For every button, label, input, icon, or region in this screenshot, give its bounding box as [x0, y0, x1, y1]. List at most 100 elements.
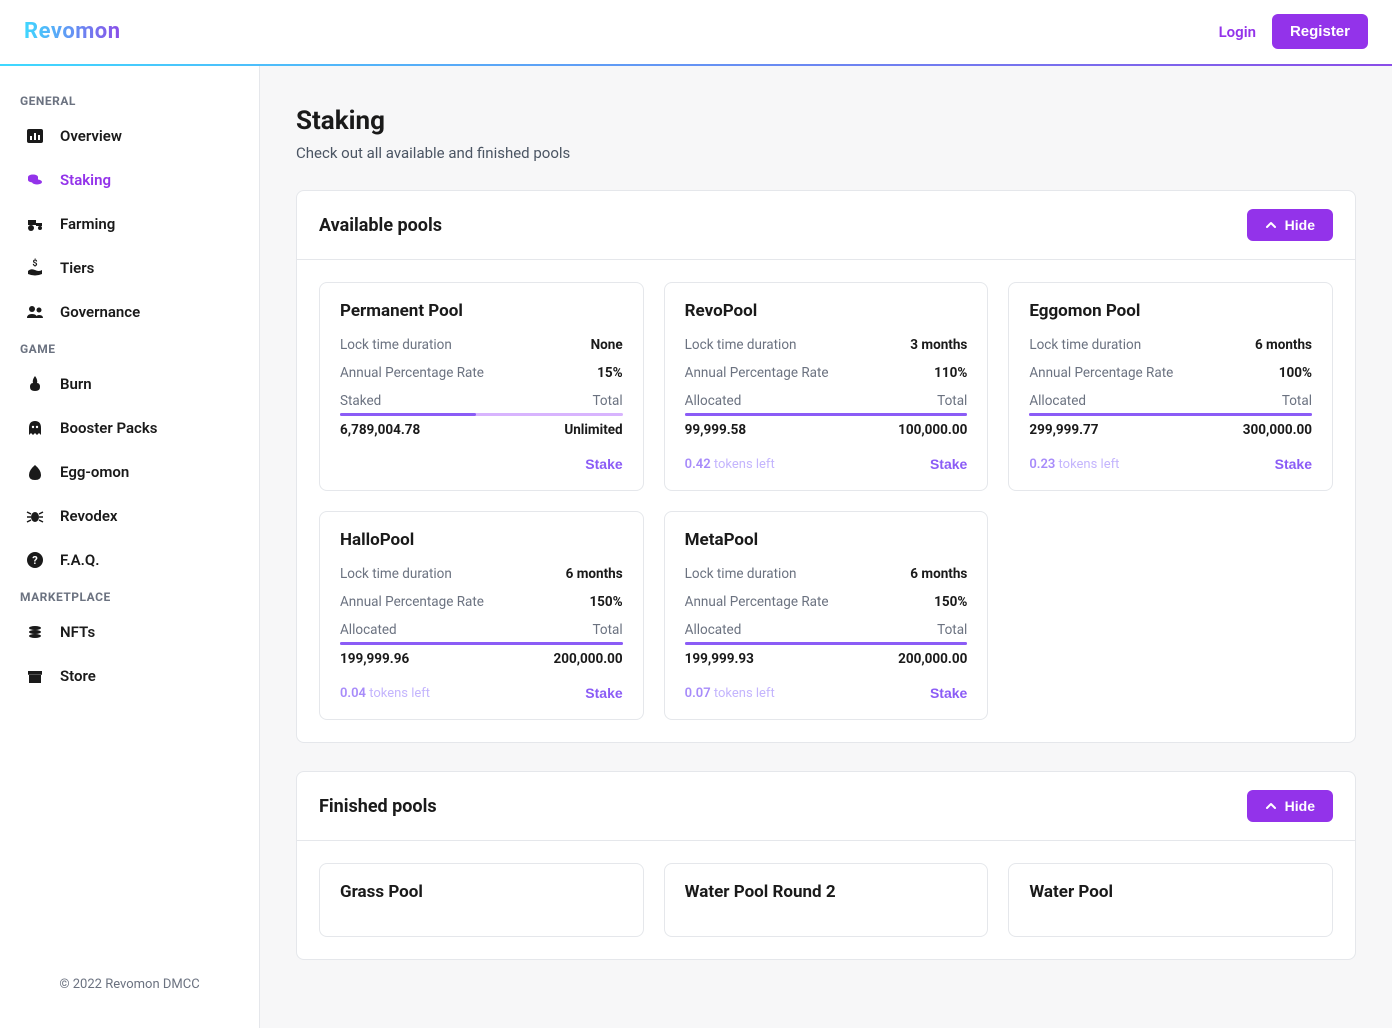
total-value: Unlimited	[564, 422, 622, 438]
coins-icon	[24, 169, 46, 191]
total-label: Total	[593, 393, 623, 409]
sidebar-section-header: GENERAL	[10, 86, 249, 114]
sidebar-item-label: NFTs	[60, 623, 95, 641]
hide-label: Hide	[1285, 217, 1315, 233]
available-panel-header: Available pools Hide	[297, 191, 1355, 260]
sidebar-item-f-a-q-[interactable]: ?F.A.Q.	[10, 538, 249, 582]
progress-fill	[1029, 413, 1312, 416]
app-logo[interactable]: Revomon	[24, 19, 121, 44]
progress-track	[340, 642, 623, 645]
chart-icon	[24, 125, 46, 147]
pool-card: Water Pool Round 2	[664, 863, 989, 937]
bug-icon	[24, 505, 46, 527]
apr-value: 110%	[934, 365, 967, 381]
sidebar-item-governance[interactable]: Governance	[10, 290, 249, 334]
apr-label: Annual Percentage Rate	[340, 594, 484, 610]
available-panel-title: Available pools	[319, 215, 442, 236]
store-icon	[24, 665, 46, 687]
top-header: Revomon Login Register	[0, 0, 1392, 64]
svg-text:?: ?	[32, 554, 38, 567]
allocated-value: 6,789,004.78	[340, 422, 420, 438]
lock-time-value: None	[591, 337, 623, 353]
login-link[interactable]: Login	[1219, 23, 1256, 41]
page-title: Staking	[296, 106, 1356, 136]
sidebar-section-header: GAME	[10, 334, 249, 362]
sidebar-item-label: Staking	[60, 171, 111, 189]
hide-available-button[interactable]: Hide	[1247, 209, 1333, 241]
sidebar-item-label: Tiers	[60, 259, 94, 277]
lock-time-label: Lock time duration	[340, 337, 452, 353]
lock-time-value: 6 months	[1255, 337, 1312, 353]
total-value: 300,000.00	[1243, 422, 1312, 438]
fire-icon	[24, 373, 46, 395]
sidebar-item-label: Egg-omon	[60, 463, 129, 481]
pool-card: MetaPoolLock time duration6 monthsAnnual…	[664, 511, 989, 720]
sidebar-item-egg-omon[interactable]: Egg-omon	[10, 450, 249, 494]
sidebar-item-burn[interactable]: Burn	[10, 362, 249, 406]
pool-card: Grass Pool	[319, 863, 644, 937]
progress-track	[685, 642, 968, 645]
pool-name: HalloPool	[340, 530, 623, 550]
pool-name: RevoPool	[685, 301, 968, 321]
total-label: Total	[937, 393, 967, 409]
progress-fill	[685, 642, 968, 645]
stake-button[interactable]: Stake	[930, 456, 967, 472]
allocated-label: Allocated	[685, 622, 742, 638]
sidebar-item-tiers[interactable]: $ Tiers	[10, 246, 249, 290]
progress-track	[685, 413, 968, 416]
pool-name: Permanent Pool	[340, 301, 623, 321]
total-value: 100,000.00	[898, 422, 967, 438]
progress-fill	[685, 413, 968, 416]
lock-time-label: Lock time duration	[685, 337, 797, 353]
tokens-left: 0.23 tokens left	[1029, 457, 1119, 472]
stake-button[interactable]: Stake	[585, 456, 622, 472]
sidebar-item-revodex[interactable]: Revodex	[10, 494, 249, 538]
finished-panel-title: Finished pools	[319, 796, 437, 817]
allocated-value: 299,999.77	[1029, 422, 1098, 438]
total-value: 200,000.00	[898, 651, 967, 667]
sidebar-section-header: MARKETPLACE	[10, 582, 249, 610]
chevron-up-icon	[1265, 219, 1277, 231]
sidebar-item-label: Farming	[60, 215, 115, 233]
pool-card: Eggomon PoolLock time duration6 monthsAn…	[1008, 282, 1333, 491]
sidebar-item-label: Governance	[60, 303, 140, 321]
sidebar-item-staking[interactable]: Staking	[10, 158, 249, 202]
progress-fill	[340, 642, 623, 645]
sidebar-footer: © 2022 Revomon DMCC	[10, 961, 249, 1008]
sidebar-item-store[interactable]: Store	[10, 654, 249, 698]
pool-card: HalloPoolLock time duration6 monthsAnnua…	[319, 511, 644, 720]
sidebar-item-label: Revodex	[60, 507, 118, 525]
register-button[interactable]: Register	[1272, 14, 1368, 49]
allocated-value: 199,999.96	[340, 651, 409, 667]
sidebar-item-booster-packs[interactable]: Booster Packs	[10, 406, 249, 450]
lock-time-label: Lock time duration	[1029, 337, 1141, 353]
allocated-label: Allocated	[685, 393, 742, 409]
stake-button[interactable]: Stake	[1275, 456, 1312, 472]
stake-button[interactable]: Stake	[930, 685, 967, 701]
apr-label: Annual Percentage Rate	[685, 594, 829, 610]
hide-label: Hide	[1285, 798, 1315, 814]
chevron-up-icon	[1265, 800, 1277, 812]
tokens-left: 0.04 tokens left	[340, 686, 430, 701]
sidebar-item-farming[interactable]: Farming	[10, 202, 249, 246]
sidebar-item-label: Overview	[60, 127, 122, 145]
hand-dollar-icon: $	[24, 257, 46, 279]
lock-time-value: 6 months	[566, 566, 623, 582]
sidebar-item-overview[interactable]: Overview	[10, 114, 249, 158]
finished-pools-panel: Finished pools Hide Grass Pool Water Pool…	[296, 771, 1356, 960]
finished-panel-header: Finished pools Hide	[297, 772, 1355, 841]
pool-card: Permanent PoolLock time durationNoneAnnu…	[319, 282, 644, 491]
apr-value: 150%	[589, 594, 622, 610]
sidebar-item-nfts[interactable]: NFTs	[10, 610, 249, 654]
sidebar: GENERAL Overview Staking Farming $ Tiers Gover…	[0, 66, 260, 1028]
hide-finished-button[interactable]: Hide	[1247, 790, 1333, 822]
stake-button[interactable]: Stake	[585, 685, 622, 701]
progress-fill	[340, 413, 476, 416]
main-content: Staking Check out all available and fini…	[260, 66, 1392, 1028]
pool-name: Eggomon Pool	[1029, 301, 1312, 321]
header-actions: Login Register	[1219, 14, 1368, 49]
pool-name: Water Pool Round 2	[685, 882, 968, 902]
total-label: Total	[593, 622, 623, 638]
available-pools-panel: Available pools Hide Permanent Pool Lock …	[296, 190, 1356, 743]
lock-time-value: 6 months	[910, 566, 967, 582]
